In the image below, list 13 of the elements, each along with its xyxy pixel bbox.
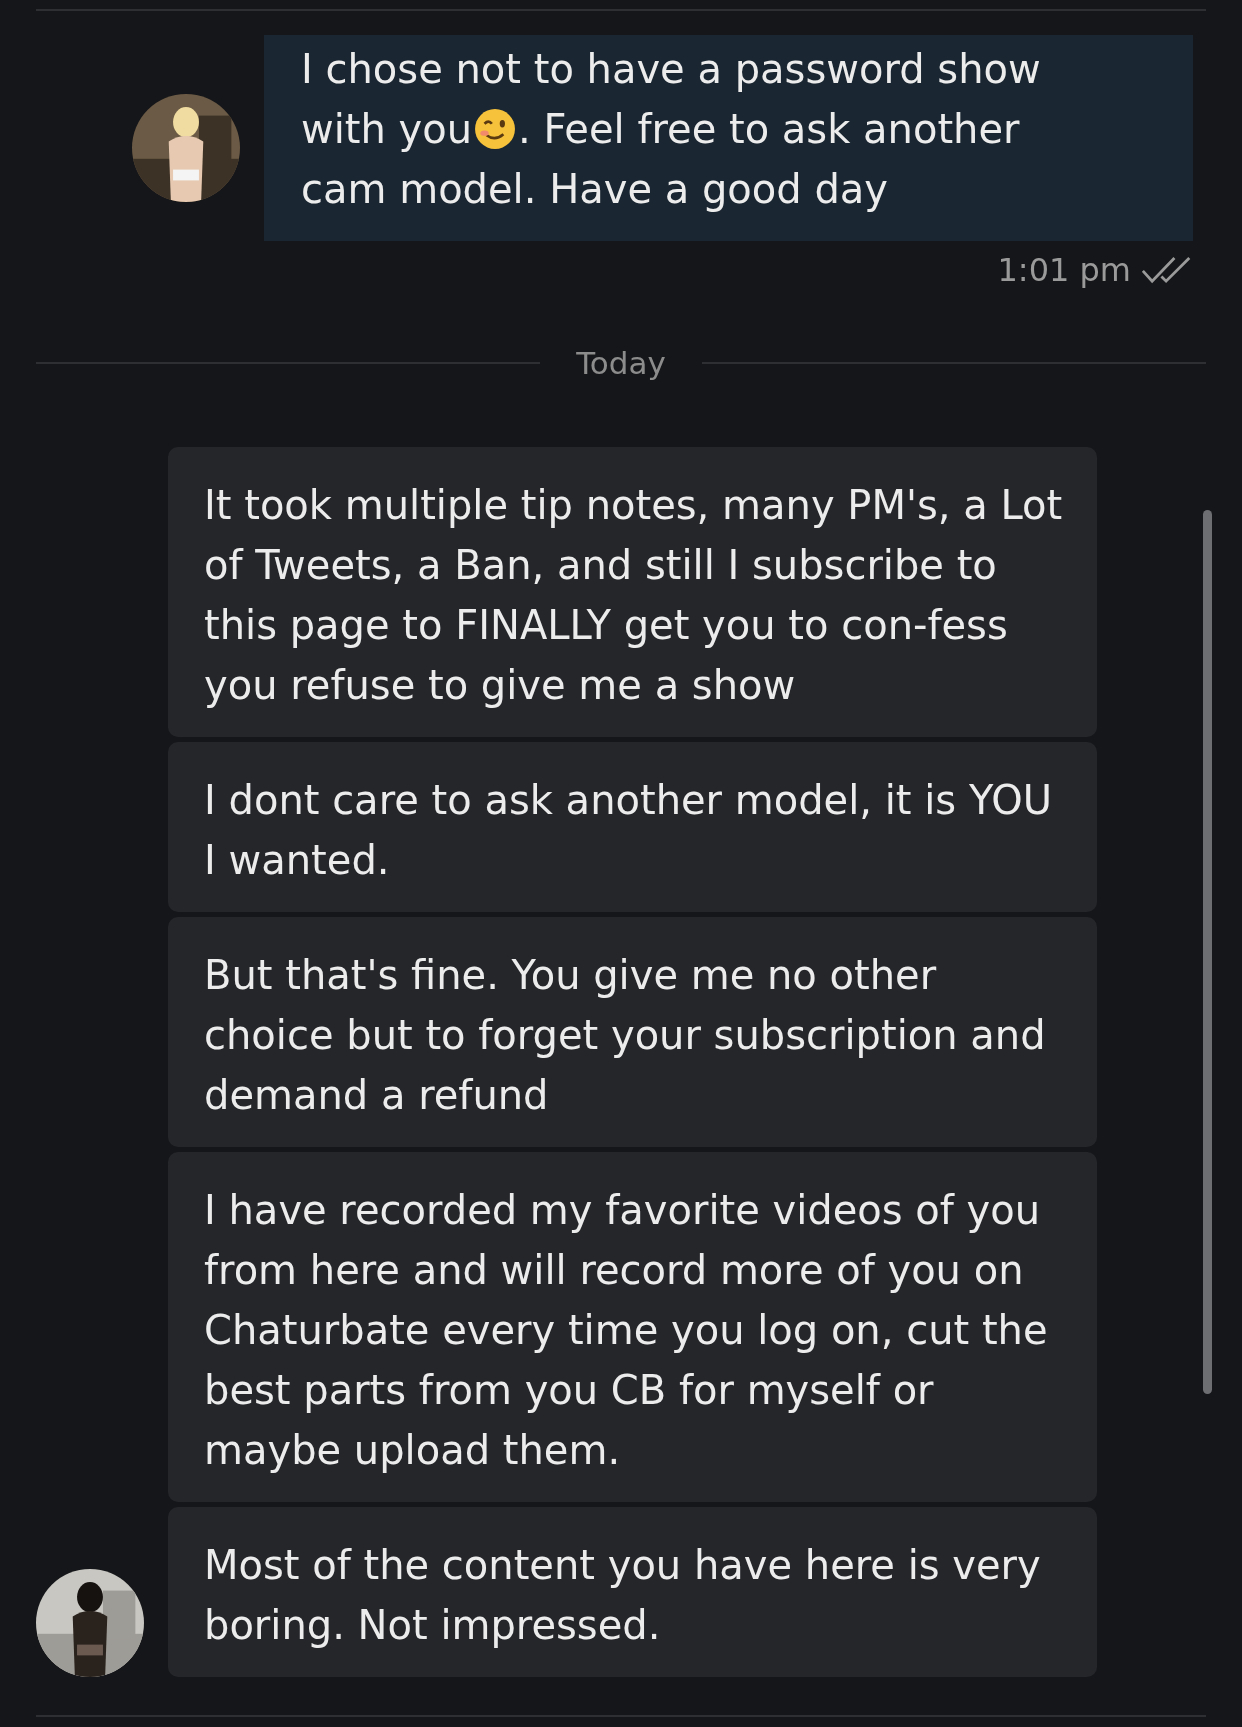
message-time: 1:01 pm <box>997 251 1131 289</box>
message-text: cam model. Have a good day <box>301 165 888 214</box>
message-text: with you <box>301 105 473 154</box>
message-text: . Feel free to ask another <box>518 105 1020 154</box>
message-text: It took multiple tip notes, many PM's, a Lot of Tweets, a Ban, and still I subscribe to this page to FINALLY get you to con-fess you refuse to give me a show <box>204 481 1064 710</box>
date-separator: Today <box>576 345 666 381</box>
message-text: I chose not to have a password show <box>301 45 1041 94</box>
winking-face-icon <box>474 108 517 150</box>
message-text: But that's fine. You give me no other choice but to forget your subscription and demand a refund <box>204 951 1047 1120</box>
scrollbar[interactable] <box>1203 510 1212 1394</box>
message-text: Most of the content you have here is very boring. Not impressed. <box>204 1541 1042 1650</box>
message-text: I dont care to ask another model, it is YOU I wanted. <box>204 776 1053 885</box>
message-text: I have recorded my favorite videos of you from here and will record more of you on Chaturbate every time you log on, cut the best parts from you CB for myself or maybe upload them. <box>204 1186 1049 1475</box>
